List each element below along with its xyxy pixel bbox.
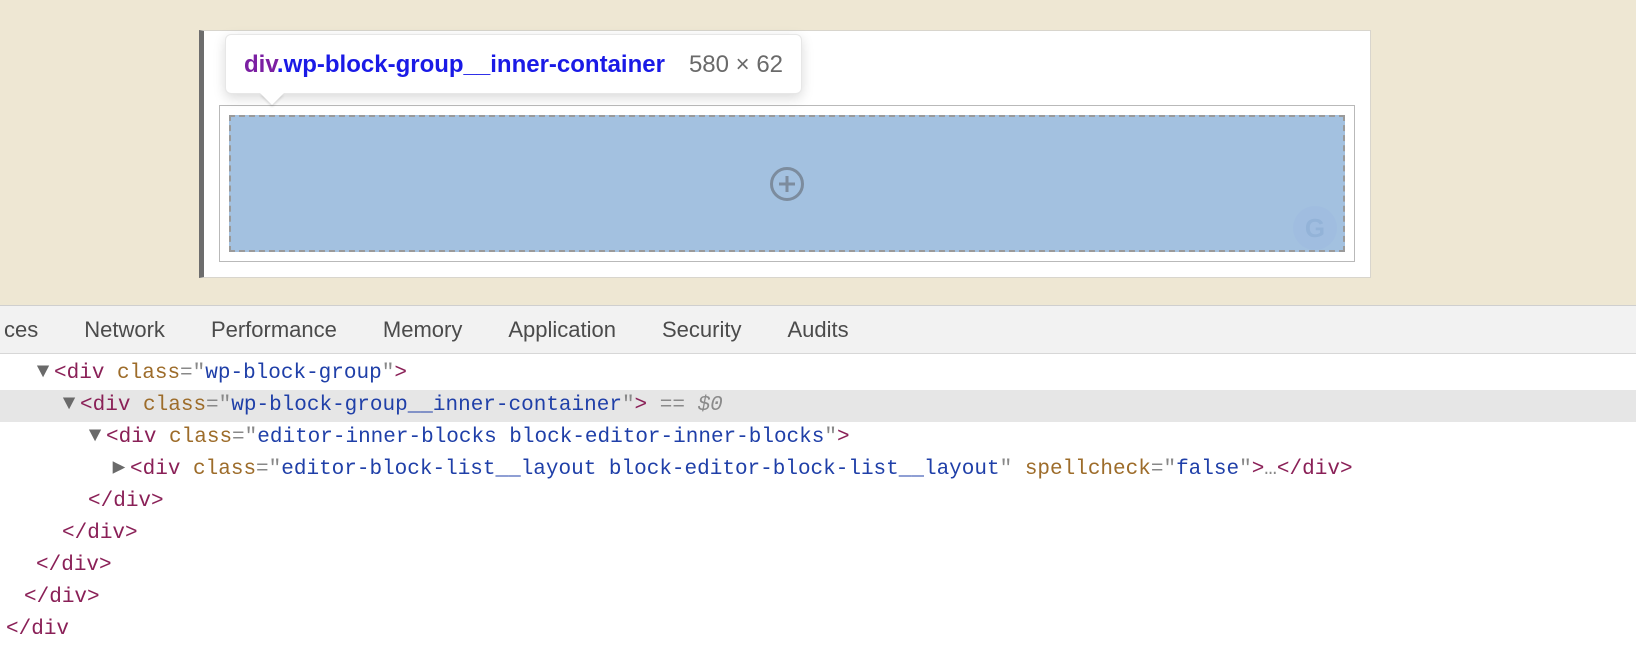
- dom-tree-line[interactable]: ▼<div class="editor-inner-blocks block-e…: [0, 422, 1636, 454]
- tab-memory[interactable]: Memory: [383, 317, 462, 343]
- page-preview: G div.wp-block-group__inner-container 58…: [0, 0, 1636, 306]
- tab-security[interactable]: Security: [662, 317, 741, 343]
- tooltip-selector: div.wp-block-group__inner-container: [244, 49, 665, 81]
- tab-performance[interactable]: Performance: [211, 317, 337, 343]
- grammarly-badge-icon: G: [1293, 206, 1337, 250]
- tooltip-tag: div: [244, 51, 277, 78]
- disclosure-triangle-icon[interactable]: ▼: [36, 357, 50, 389]
- dom-tree-line[interactable]: ▼<div class="wp-block-group">: [0, 358, 1636, 390]
- tab-audits[interactable]: Audits: [787, 317, 848, 343]
- inspector-highlight[interactable]: G: [229, 115, 1345, 252]
- inspector-tooltip: div.wp-block-group__inner-container 580 …: [225, 34, 802, 94]
- disclosure-triangle-icon[interactable]: ▼: [88, 421, 102, 453]
- dom-tree-line[interactable]: </div>: [0, 550, 1636, 582]
- tab-application[interactable]: Application: [508, 317, 616, 343]
- tab-network[interactable]: Network: [84, 317, 165, 343]
- dom-tree-line[interactable]: </div>: [0, 582, 1636, 614]
- tooltip-dimensions: 580 × 62: [689, 49, 783, 81]
- disclosure-triangle-icon[interactable]: ▶: [112, 453, 126, 485]
- dom-tree-line[interactable]: </div: [0, 614, 1636, 646]
- block-frame: G: [219, 105, 1355, 262]
- dom-tree-line[interactable]: ▶<div class="editor-block-list__layout b…: [0, 454, 1636, 486]
- dom-tree-line[interactable]: </div>: [0, 486, 1636, 518]
- tooltip-class: .wp-block-group__inner-container: [277, 51, 665, 78]
- plus-circle-icon[interactable]: [770, 167, 804, 201]
- tab-sources-partial[interactable]: ces: [4, 317, 38, 343]
- dom-tree-line[interactable]: ▼<div class="wp-block-group__inner-conta…: [0, 390, 1636, 422]
- disclosure-triangle-icon[interactable]: ▼: [62, 389, 76, 421]
- dom-tree-line[interactable]: </div>: [0, 518, 1636, 550]
- devtools-tab-bar: ces Network Performance Memory Applicati…: [0, 306, 1636, 354]
- elements-dom-tree[interactable]: ▼<div class="wp-block-group">▼<div class…: [0, 354, 1636, 646]
